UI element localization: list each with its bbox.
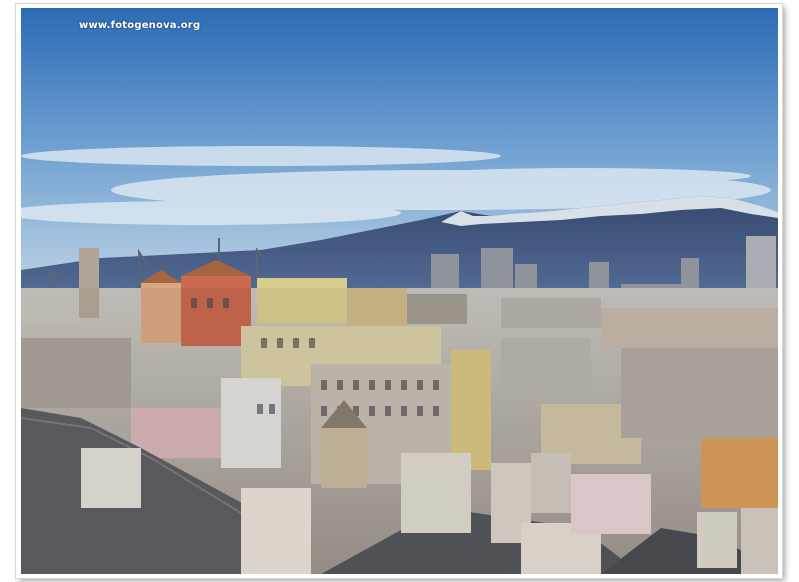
cityscape-image [21, 8, 778, 574]
watermark-text: www.fotogenova.org [79, 20, 201, 31]
city-photo: www.fotogenova.org [21, 8, 778, 574]
shade [21, 288, 778, 574]
